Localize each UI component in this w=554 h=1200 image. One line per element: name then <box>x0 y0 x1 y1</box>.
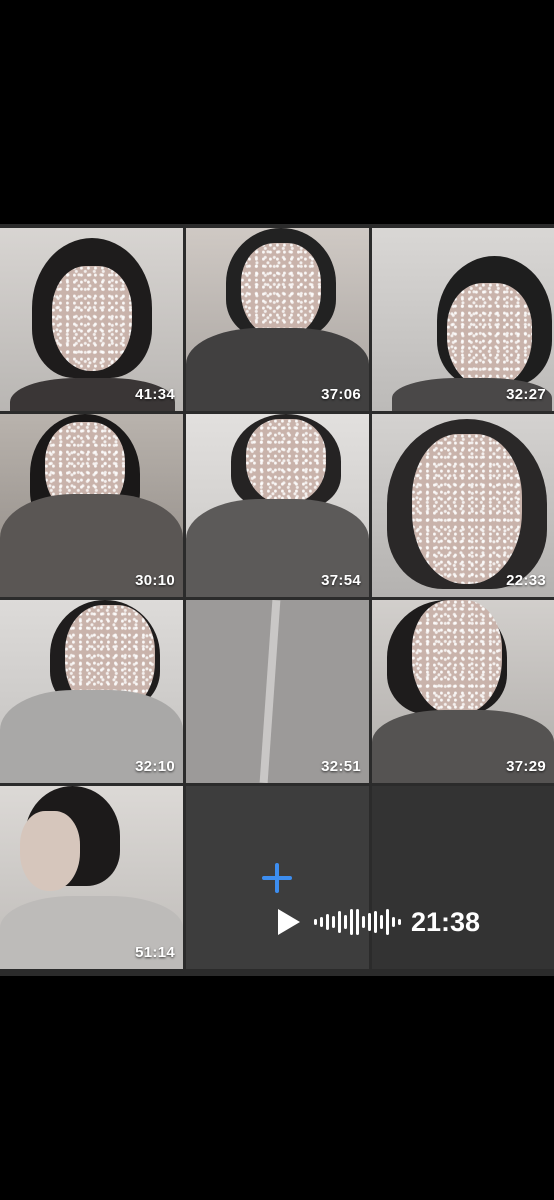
video-duration: 37:29 <box>506 758 546 775</box>
video-thumbnail-7[interactable]: 32:10 <box>0 600 183 783</box>
video-thumbnail-9[interactable]: 37:29 <box>372 600 554 783</box>
video-duration: 51:14 <box>135 944 175 961</box>
video-thumbnail-8[interactable]: 32:51 <box>186 600 369 783</box>
video-duration: 30:10 <box>135 572 175 589</box>
video-duration: 32:10 <box>135 758 175 775</box>
video-thumbnail-4[interactable]: 30:10 <box>0 414 183 597</box>
video-duration: 37:54 <box>321 572 361 589</box>
video-duration: 32:27 <box>506 386 546 403</box>
play-icon[interactable] <box>278 909 300 935</box>
video-duration: 37:06 <box>321 386 361 403</box>
video-thumbnail-2[interactable]: 37:06 <box>186 228 369 411</box>
video-duration: 22:33 <box>506 572 546 589</box>
video-thumbnail-10[interactable]: 51:14 <box>0 786 183 969</box>
video-thumbnail-1[interactable]: 41:34 <box>0 228 183 411</box>
video-thumbnail-5[interactable]: 37:54 <box>186 414 369 597</box>
video-duration: 41:34 <box>135 386 175 403</box>
plus-icon[interactable] <box>260 861 294 895</box>
video-grid: 41:34 37:06 32:27 30:10 37:54 22:33 32:1… <box>0 224 554 976</box>
video-thumbnail-3[interactable]: 32:27 <box>372 228 554 411</box>
voice-message-player[interactable]: 21:38 <box>278 900 480 944</box>
video-duration: 32:51 <box>321 758 361 775</box>
voice-duration: 21:38 <box>411 906 481 937</box>
waveform <box>314 909 401 935</box>
video-thumbnail-6[interactable]: 22:33 <box>372 414 554 597</box>
